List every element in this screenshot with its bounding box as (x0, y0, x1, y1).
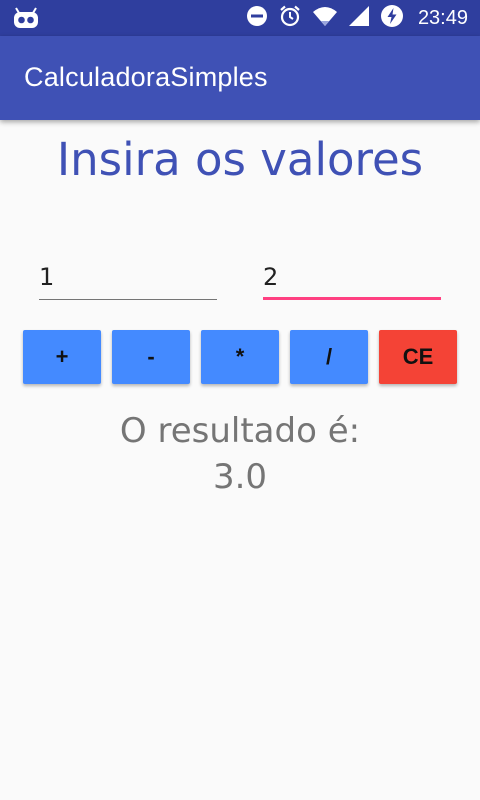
divide-button[interactable]: / (290, 330, 368, 384)
result-section: O resultado é: 3.0 (0, 408, 480, 500)
do-not-disturb-icon (246, 5, 268, 31)
value-2-underline (263, 297, 441, 300)
status-bar: 23:49 (0, 0, 480, 36)
status-icons: 23:49 (246, 0, 468, 36)
wifi-icon (312, 5, 338, 31)
value-1-underline (39, 299, 217, 300)
status-time: 23:49 (417, 6, 468, 29)
value-1-field[interactable] (39, 258, 217, 300)
multiply-button[interactable]: * (201, 330, 279, 384)
alarm-icon (278, 4, 302, 32)
add-button[interactable]: + (23, 330, 101, 384)
operation-buttons: + - * / CE (23, 330, 457, 384)
value-2-field[interactable] (263, 258, 441, 300)
app-title: CalculadoraSimples (24, 62, 268, 92)
value-1-input[interactable] (39, 258, 217, 296)
app-robot-icon (12, 6, 40, 30)
result-label: O resultado é: (119, 411, 361, 451)
app-bar: CalculadoraSimples (0, 36, 480, 120)
value-2-input[interactable] (263, 258, 441, 296)
result-value: 3.0 (212, 457, 268, 497)
signal-icon (348, 5, 370, 31)
clear-button[interactable]: CE (379, 330, 457, 384)
subtract-button[interactable]: - (112, 330, 190, 384)
page-heading: Insira os valores (56, 133, 424, 186)
battery-charging-icon (380, 4, 404, 32)
